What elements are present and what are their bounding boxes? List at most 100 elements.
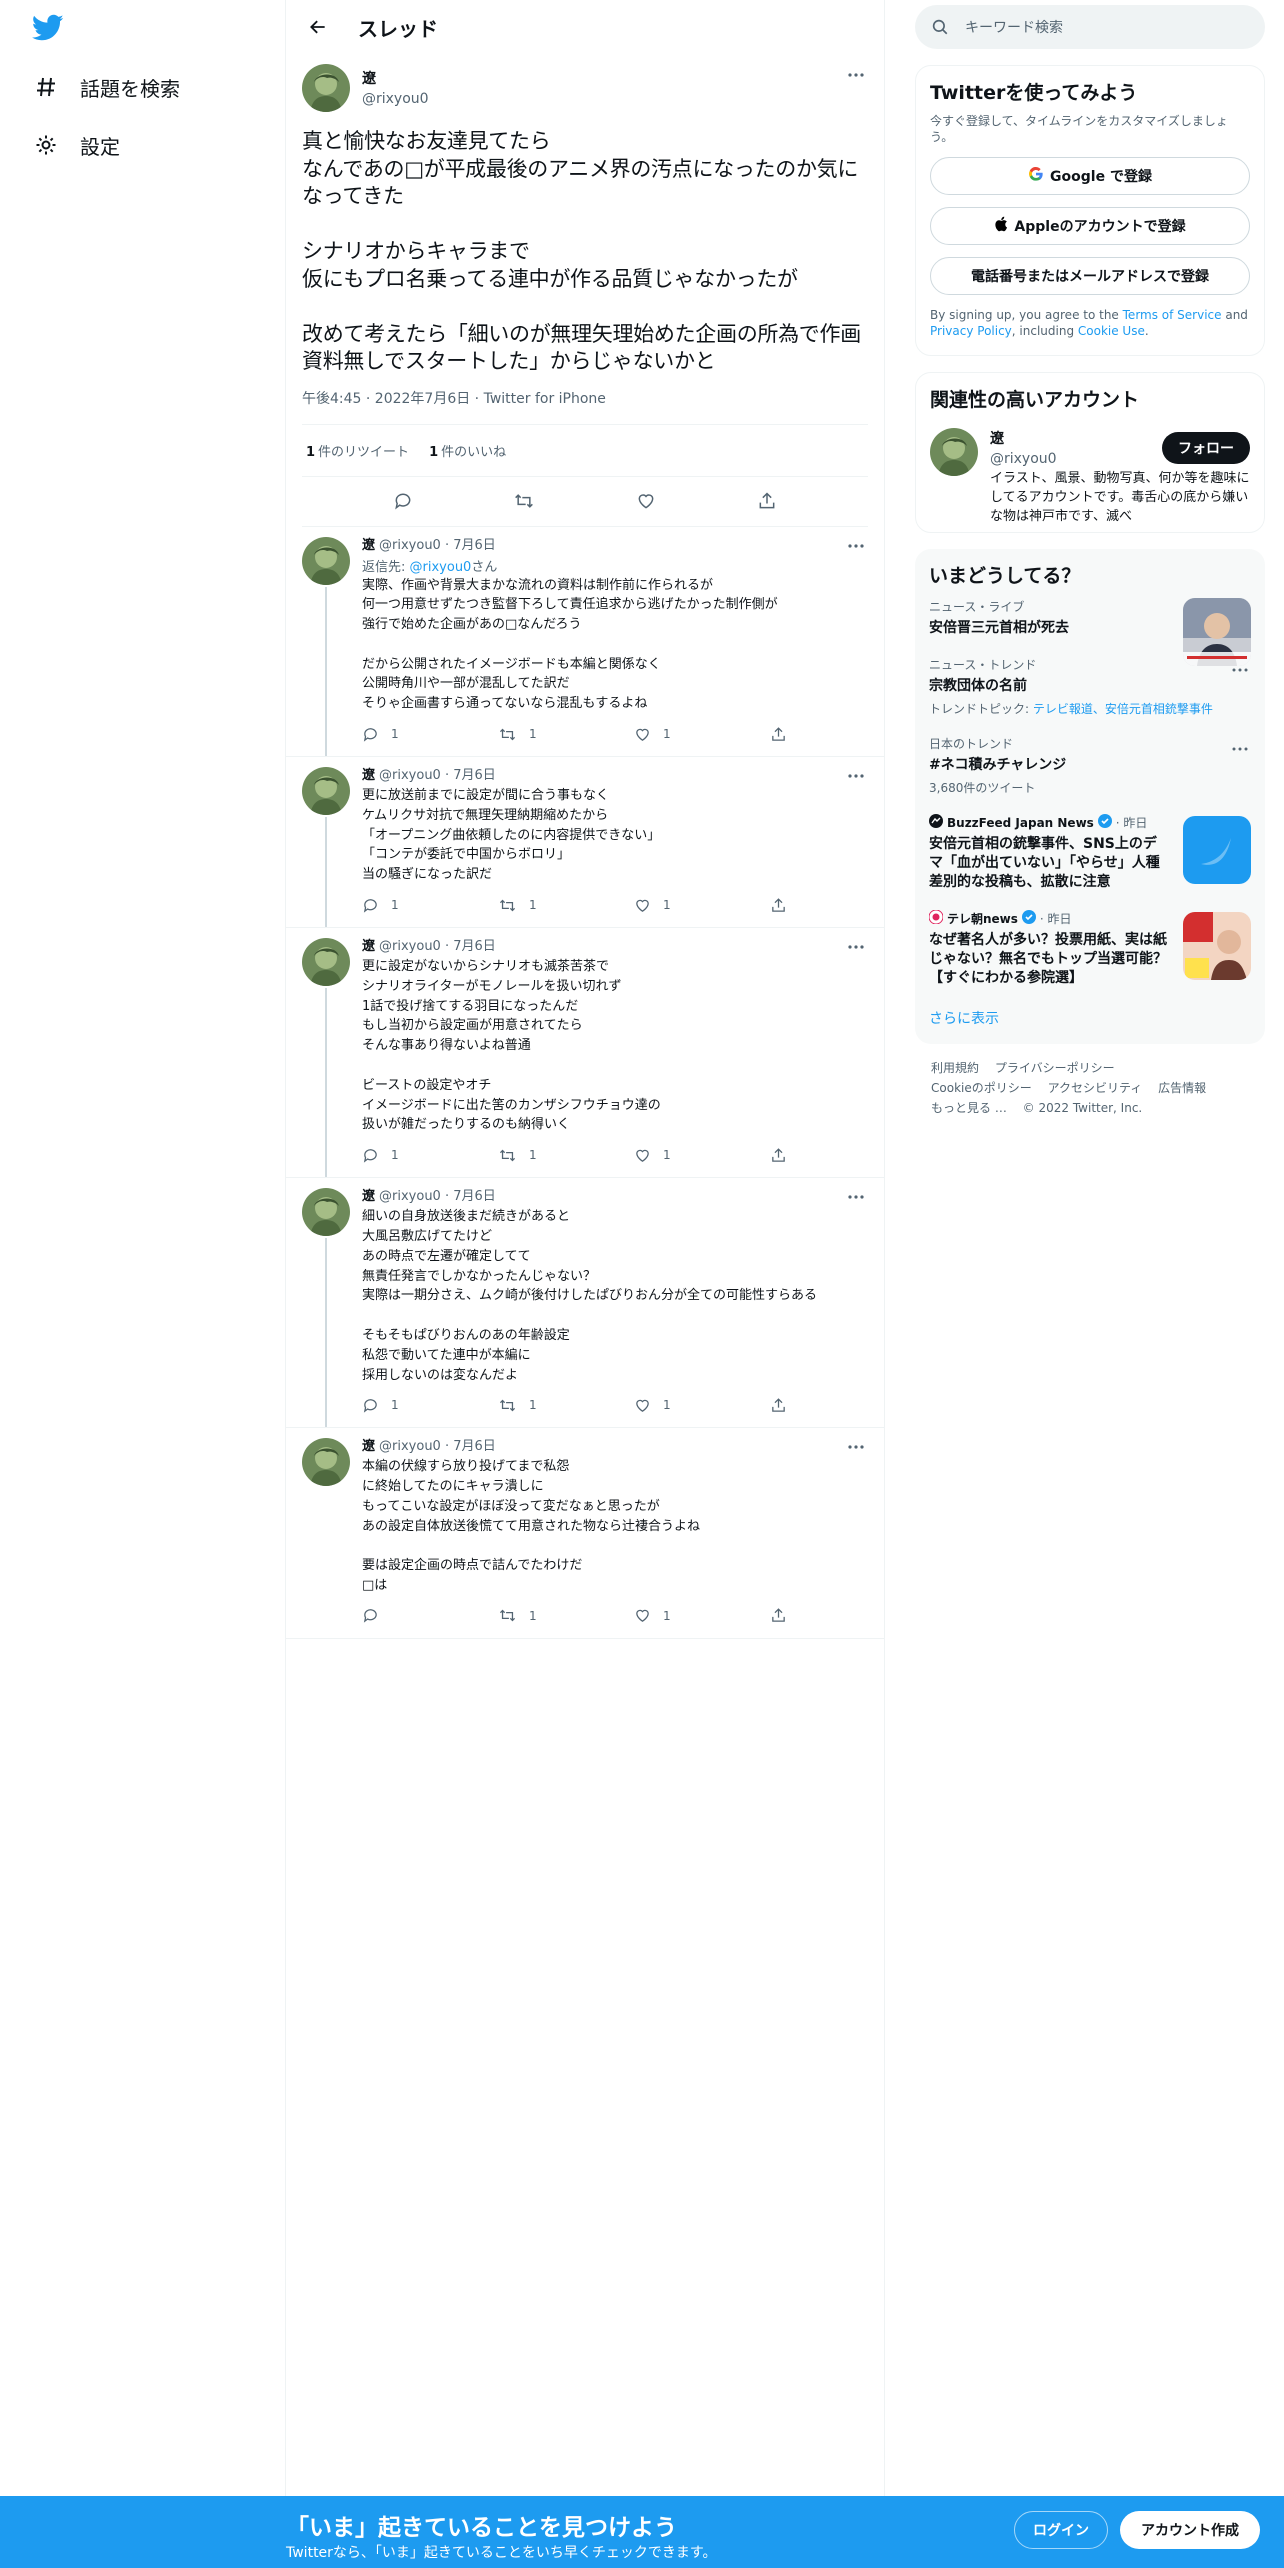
reply-button[interactable]: 1 (362, 897, 498, 914)
signup-button[interactable]: アカウント作成 (1120, 2511, 1260, 2549)
author-handle-time[interactable]: @rixyou0 · 7月6日 (379, 939, 496, 954)
retweet-button[interactable]: 1 (498, 1147, 634, 1164)
author-name[interactable]: 遼 (362, 538, 375, 553)
share-button[interactable] (770, 1607, 799, 1624)
page-title: スレッド (358, 16, 438, 41)
related-account[interactable]: 遼 @rixyou0 イラスト、風景、動物写真、何か等を趣味にしてるアカウントで… (930, 428, 1250, 526)
google-signup-button[interactable]: Google で登録 (930, 157, 1250, 195)
like-button[interactable]: 1 (634, 1397, 770, 1414)
reply-icon[interactable] (391, 489, 415, 513)
more-options-icon[interactable] (844, 1188, 868, 1206)
tweet-timestamp[interactable]: 午後4:45 · 2022年7月6日 · Twitter for iPhone (302, 388, 868, 425)
author-handle-time[interactable]: @rixyou0 · 7月6日 (379, 538, 496, 553)
like-button[interactable]: 1 (634, 897, 770, 914)
footer-link[interactable]: 利用規約 (931, 1061, 979, 1075)
login-button[interactable]: ログイン (1014, 2511, 1108, 2549)
author-handle-time[interactable]: @rixyou0 · 7月6日 (379, 1189, 496, 1204)
like-button[interactable]: 1 (634, 726, 770, 743)
more-options-icon[interactable] (844, 537, 868, 555)
news-item[interactable]: テレ朝news · 昨日 なぜ著名人が多い？投票用紙、実は紙じゃない？無名でもト… (915, 900, 1265, 996)
reply-tweet[interactable]: 遼 @rixyou0 · 7月6日 返信先: @rixyou0さん 実際、作画や背景大… (286, 527, 884, 758)
reply-button[interactable]: 1 (362, 726, 498, 743)
nav-item-settings[interactable]: 設定 (32, 123, 120, 167)
author-name[interactable]: 遼 (362, 1439, 375, 1454)
show-more-link[interactable]: さらに表示 (915, 996, 1265, 1034)
reply-tweet[interactable]: 遼 @rixyou0 · 7月6日 細いの自身放送後まだ続きがあると 大風呂敷広げて… (286, 1178, 884, 1429)
reply-header: 遼 @rixyou0 · 7月6日 (362, 1188, 868, 1206)
author-handle-time[interactable]: @rixyou0 · 7月6日 (379, 768, 496, 783)
more-options-icon[interactable] (844, 1438, 868, 1456)
like-icon[interactable] (634, 489, 658, 513)
author-name[interactable]: 遼 (362, 1189, 375, 1204)
author-handle-time[interactable]: @rixyou0 · 7月6日 (379, 1439, 496, 1454)
footer-link[interactable]: プライバシーポリシー (995, 1061, 1115, 1075)
back-button[interactable] (300, 9, 336, 45)
follow-button[interactable]: フォロー (1162, 432, 1250, 464)
reply-button[interactable]: 1 (362, 1397, 498, 1414)
retweet-button[interactable]: 1 (498, 1607, 634, 1624)
nav-item-explore[interactable]: 話題を検索 (32, 65, 180, 109)
avatar[interactable] (302, 536, 350, 585)
trend-topics-links[interactable]: テレビ報道、安倍元首相銃撃事件 (1033, 702, 1213, 716)
footer-link[interactable]: もっと見る … (931, 1101, 1007, 1115)
like-button[interactable]: 1 (634, 1607, 770, 1624)
news-item[interactable]: BuzzFeed Japan News · 昨日 安倍元首相の銃撃事件、SNS上… (915, 804, 1265, 900)
reply-button[interactable] (362, 1607, 498, 1624)
footer-link[interactable]: 広告情報 (1158, 1081, 1206, 1095)
more-options-icon[interactable] (844, 66, 868, 84)
retweet-button[interactable]: 1 (498, 897, 634, 914)
thread-line (325, 586, 327, 757)
reply-icon (363, 1148, 377, 1163)
google-icon (1028, 166, 1044, 186)
author-name[interactable]: 遼 (362, 939, 375, 954)
avatar[interactable] (302, 938, 350, 987)
more-options-icon[interactable] (844, 938, 868, 956)
avatar[interactable] (302, 64, 350, 112)
apple-signup-button[interactable]: Appleのアカウントで登録 (930, 207, 1250, 245)
share-button[interactable] (770, 1147, 799, 1164)
replying-to-link[interactable]: @rixyou0 (410, 560, 472, 575)
avatar[interactable] (302, 1188, 350, 1237)
phone-email-signup-button[interactable]: 電話番号またはメールアドレスで登録 (930, 257, 1250, 295)
avatar[interactable] (302, 767, 350, 816)
cookie-use-link[interactable]: Cookie Use (1078, 324, 1145, 338)
news-title: なぜ著名人が多い？投票用紙、実は紙じゃない？無名でもトップ当選可能？【すぐにわか… (929, 932, 1167, 986)
reply-tweet[interactable]: 遼 @rixyou0 · 7月6日 本編の伏線すら放り投げてまで私怨 に終始してたの… (286, 1428, 884, 1639)
search-input[interactable]: キーワード検索 (915, 5, 1265, 49)
avatar[interactable] (302, 1438, 350, 1487)
retweet-button[interactable]: 1 (498, 726, 634, 743)
reply-tweet[interactable]: 遼 @rixyou0 · 7月6日 更に設定がないからシナリオも滅茶苦茶で シナリオ… (286, 928, 884, 1179)
trend-item[interactable]: 日本のトレンド #ネコ積みチャレンジ 3,680件のツイート (915, 725, 1265, 804)
author-name[interactable]: 遼 (362, 768, 375, 783)
trend-item[interactable]: ニュース・ライブ 安倍晋三元首相が死去 (915, 588, 1265, 666)
share-button[interactable] (770, 1397, 799, 1414)
share-button[interactable] (770, 726, 799, 743)
twitter-bird-icon[interactable] (31, 14, 66, 44)
more-options-icon[interactable] (844, 767, 868, 785)
retweet-button[interactable]: 1 (498, 1397, 634, 1414)
reply-button[interactable]: 1 (362, 1147, 498, 1164)
like-button[interactable]: 1 (634, 1147, 770, 1164)
retweets-stat[interactable]: 1 件のリツイート (306, 441, 409, 460)
terms-of-service-link[interactable]: Terms of Service (1123, 308, 1222, 322)
more-options-icon[interactable] (1231, 737, 1249, 756)
share-icon[interactable] (755, 489, 779, 513)
footer-link[interactable]: アクセシビリティ (1048, 1081, 1143, 1095)
banner-title: 「いま」起きていることを見つけよう (286, 2515, 677, 2541)
footer-link[interactable]: Cookieのポリシー (931, 1081, 1032, 1095)
retweet-icon[interactable] (512, 489, 536, 513)
trend-item[interactable]: ニュース・トレンド 宗教団体の名前 トレンドトピック: テレビ報道、安倍元首相銃… (915, 646, 1265, 725)
author-handle[interactable]: @rixyou0 (362, 91, 429, 107)
likes-stat[interactable]: 1 件のいいね (429, 441, 506, 460)
privacy-policy-link[interactable]: Privacy Policy (930, 324, 1012, 338)
avatar[interactable] (930, 428, 978, 476)
trend-count: 3,680件のツイート (929, 781, 1036, 795)
author-name[interactable]: 遼 (362, 68, 429, 88)
share-icon (772, 1608, 785, 1623)
like-icon (636, 1149, 649, 1162)
retweets-label: 件のリツイート (318, 444, 410, 460)
signup-title: Twitterを使ってみよう (930, 82, 1138, 104)
share-button[interactable] (770, 897, 799, 914)
reply-tweet[interactable]: 遼 @rixyou0 · 7月6日 更に放送前までに設定が間に合う事もなく ケムリク… (286, 757, 884, 929)
more-options-icon[interactable] (1231, 658, 1249, 677)
